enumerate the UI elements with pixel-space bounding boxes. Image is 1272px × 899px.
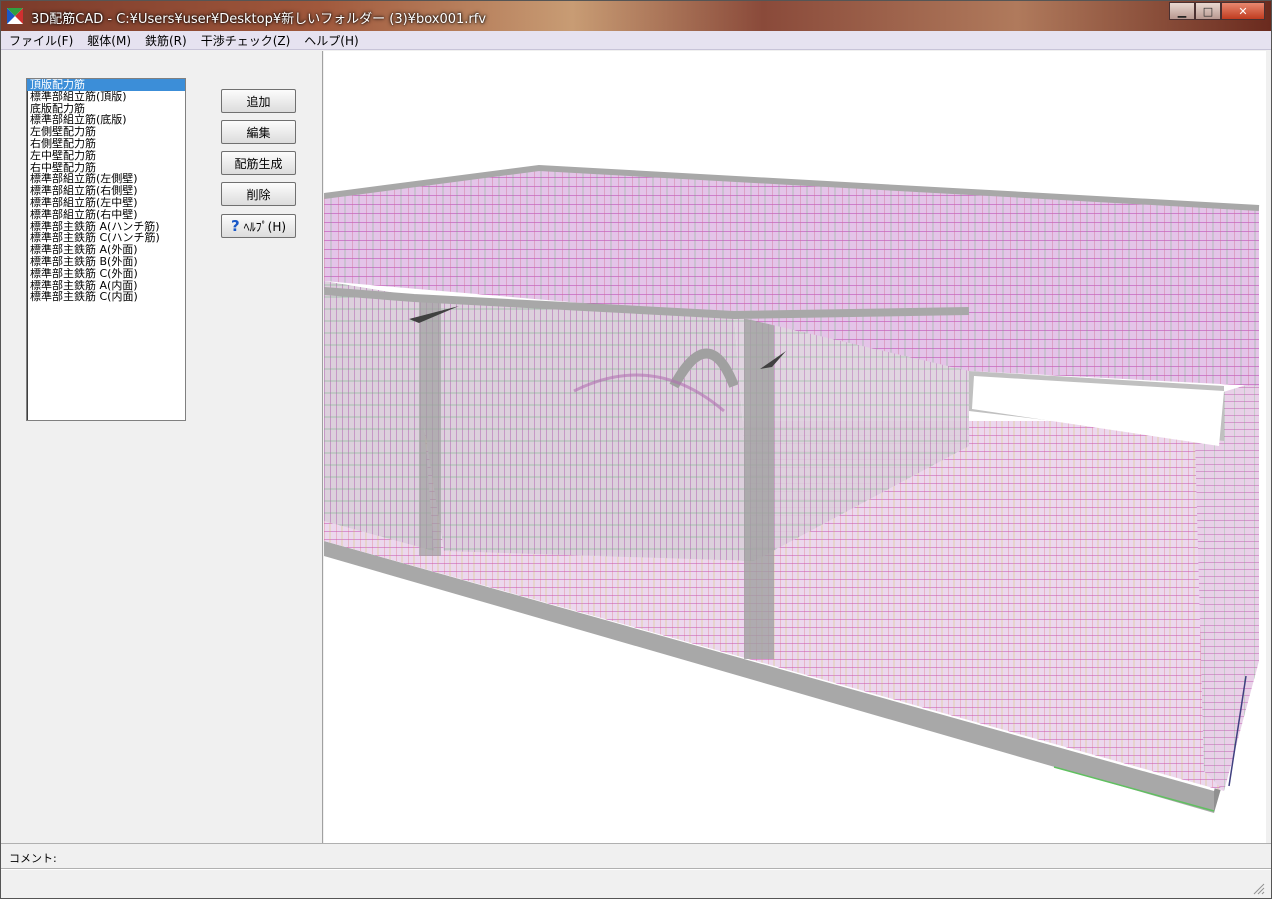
rebar-list-item[interactable]: 右側壁配力筋 [27, 138, 185, 150]
rebar-list-item[interactable]: 標準部主鉄筋 C(外面) [27, 268, 185, 280]
rebar-list-item[interactable]: 標準部主鉄筋 A(外面) [27, 244, 185, 256]
app-icon [7, 8, 23, 24]
rebar-3d-model [324, 164, 1260, 813]
menu-rebar[interactable]: 鉄筋(R) [145, 32, 187, 49]
resize-grip-icon[interactable] [1251, 881, 1265, 895]
rebar-list-item[interactable]: 標準部主鉄筋 B(外面) [27, 256, 185, 268]
help-button-label: ﾍﾙﾌﾟ(H) [243, 219, 287, 234]
rebar-list-item[interactable]: 標準部主鉄筋 C(ハンチ筋) [27, 232, 185, 244]
edit-button[interactable]: 編集 [221, 120, 296, 144]
menu-interference-check[interactable]: 干渉チェック(Z) [201, 32, 291, 49]
title-bar[interactable]: 3D配筋CAD - C:¥Users¥user¥Desktop¥新しいフォルダー… [1, 1, 1271, 31]
menu-body[interactable]: 躯体(M) [87, 32, 131, 49]
help-button[interactable]: ? ﾍﾙﾌﾟ(H) [221, 214, 296, 238]
window-title: 3D配筋CAD - C:¥Users¥user¥Desktop¥新しいフォルダー… [31, 12, 487, 27]
main-window: 3D配筋CAD - C:¥Users¥user¥Desktop¥新しいフォルダー… [0, 0, 1272, 899]
delete-button[interactable]: 削除 [221, 182, 296, 206]
status-bar: コメント: [1, 843, 1271, 898]
rebar-listbox[interactable]: 頂版配力筋 標準部組立筋(頂版) 底版配力筋 標準部組立筋(底版) 左側壁配力筋 右側壁配… [26, 78, 186, 421]
left-wall-section [419, 301, 441, 556]
rebar-list-item[interactable]: 標準部組立筋(右中壁) [27, 209, 185, 221]
rebar-list-item[interactable]: 底版配力筋 [27, 103, 185, 115]
close-button[interactable]: ✕ [1221, 2, 1265, 20]
rebar-list-item[interactable]: 右中壁配力筋 [27, 162, 185, 174]
status-divider [1, 868, 1271, 870]
rebar-list-item[interactable]: 標準部組立筋(左側壁) [27, 173, 185, 185]
rebar-list-item[interactable]: 標準部主鉄筋 C(内面) [27, 291, 185, 303]
menu-file[interactable]: ファイル(F) [9, 32, 73, 49]
viewport-border [1266, 51, 1271, 843]
rebar-list-item[interactable]: 標準部主鉄筋 A(内面) [27, 280, 185, 292]
rebar-list-item[interactable]: 標準部組立筋(底版) [27, 114, 185, 126]
minimize-button[interactable]: ▁ [1169, 2, 1195, 20]
comment-label: コメント: [9, 852, 57, 865]
middle-wall-section [744, 319, 774, 659]
add-button[interactable]: 追加 [221, 89, 296, 113]
rebar-list-item[interactable]: 標準部主鉄筋 A(ハンチ筋) [27, 221, 185, 233]
caption-buttons: ▁ □ ✕ [1169, 2, 1265, 20]
rebar-list-item[interactable]: 左中壁配力筋 [27, 150, 185, 162]
rebar-list-item[interactable]: 標準部組立筋(頂版) [27, 91, 185, 103]
help-icon: ? [230, 217, 240, 235]
menu-help[interactable]: ヘルプ(H) [304, 32, 358, 49]
generate-rebar-button[interactable]: 配筋生成 [221, 151, 296, 175]
rebar-list-item[interactable]: 頂版配力筋 [27, 79, 185, 91]
rebar-list-item[interactable]: 標準部組立筋(左中壁) [27, 197, 185, 209]
menu-bar: ファイル(F) 躯体(M) 鉄筋(R) 干渉チェック(Z) ヘルプ(H) [1, 31, 1271, 50]
left-panel: 頂版配力筋 標準部組立筋(頂版) 底版配力筋 標準部組立筋(底版) 左側壁配力筋 右側壁配… [1, 51, 323, 843]
rebar-list-item[interactable]: 標準部組立筋(右側壁) [27, 185, 185, 197]
maximize-button[interactable]: □ [1195, 2, 1221, 20]
3d-viewport[interactable] [324, 51, 1266, 843]
rebar-list-item[interactable]: 左側壁配力筋 [27, 126, 185, 138]
left-middle-wall-rebar [404, 299, 754, 561]
